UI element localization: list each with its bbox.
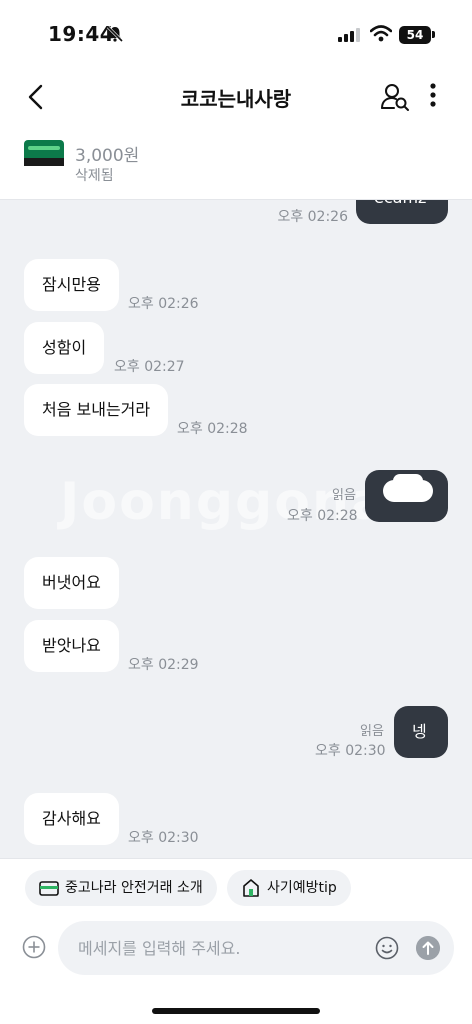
product-price: 3,000원 [75,146,140,166]
message-text: 감사해요 [42,809,101,828]
send-arrow-icon[interactable] [416,936,440,960]
bell-muted-icon [106,25,124,43]
wifi-icon [370,25,392,42]
message-bubble-incoming[interactable]: 감사해요 [24,793,119,845]
message-input[interactable] [78,921,368,975]
message-time: 오후 02:28 [287,508,358,524]
plus-icon[interactable] [22,935,46,959]
product-thumbnail [24,140,64,180]
status-bar: 19:44 54 [0,0,472,66]
message-bubble-incoming[interactable]: 성함이 [24,322,105,374]
chip-label: 사기예방tip [267,880,337,896]
chip-label: 중고나라 안전거래 소개 [65,880,203,896]
message-text: ecamz [374,200,426,207]
message-input-container [58,921,454,975]
user-search-icon[interactable] [380,82,410,112]
safe-trade-intro-chip[interactable]: 중고나라 안전거래 소개 [25,870,217,906]
message-bubble-incoming[interactable]: 버냇어요 [24,557,119,609]
product-summary[interactable]: 3,000원 삭제됨 [0,128,472,200]
battery-indicator: 54 [399,26,431,44]
chat-header: 코코는내사랑 [0,66,472,128]
message-text: 넹 [412,722,427,741]
message-text: 처음 보내는거라 [42,400,151,419]
message-image-outgoing[interactable] [365,470,448,522]
home-indicator[interactable] [152,1008,320,1014]
message-time: 오후 02:30 [315,743,386,759]
quick-actions: 중고나라 안전거래 소개 사기예방tip [0,858,472,918]
wallet-icon [39,881,59,896]
signal-icon [338,28,360,42]
message-time: 오후 02:30 [128,830,199,846]
message-text: 버냇어요 [42,573,101,592]
read-receipt: 읽음 [360,724,384,739]
house-icon [243,879,259,897]
message-bubble-incoming[interactable]: 받앗나요 [24,620,119,672]
fraud-prevention-tip-chip[interactable]: 사기예방tip [227,870,351,906]
product-status: 삭제됨 [75,168,114,184]
chat-messages[interactable]: Joonggonara ecamz 오후 02:26 잠시만용 오후 02:26… [0,200,472,858]
message-composer [0,918,472,988]
message-bubble-outgoing[interactable]: ecamz [356,200,448,224]
emoji-icon[interactable] [375,936,399,960]
message-time: 오후 02:26 [277,209,348,225]
message-time: 오후 02:28 [177,421,248,437]
more-vertical-icon[interactable] [422,80,444,112]
redaction-mark [393,474,423,488]
message-text: 잠시만용 [42,275,101,294]
battery-nub [432,31,435,38]
message-time: 오후 02:27 [114,359,185,375]
message-bubble-incoming[interactable]: 처음 보내는거라 [24,384,169,436]
message-bubble-outgoing[interactable]: 넹 [394,706,448,758]
message-text: 받앗나요 [42,636,101,655]
message-time: 오후 02:26 [128,296,199,312]
message-time: 오후 02:29 [128,657,199,673]
message-text: 성함이 [42,338,87,357]
message-bubble-incoming[interactable]: 잠시만용 [24,259,119,311]
status-time: 19:44 [48,22,115,46]
read-receipt: 읽음 [332,488,356,503]
